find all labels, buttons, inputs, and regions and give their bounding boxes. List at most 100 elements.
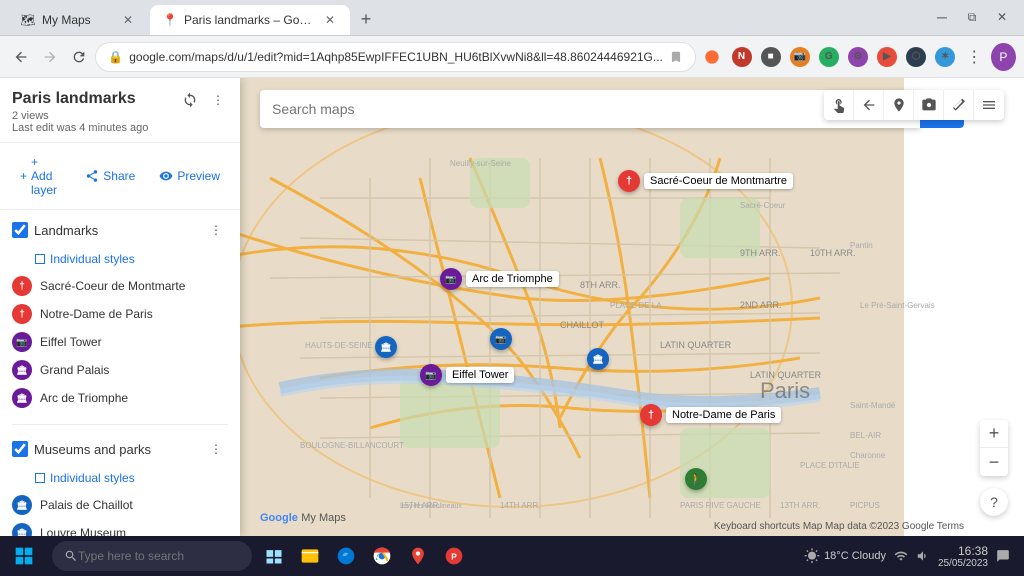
back-nav-tool[interactable]	[854, 90, 884, 120]
tab-bar: 🗺 My Maps ✕ 📍 Paris landmarks – Google M…	[0, 0, 1024, 36]
svg-text:LATIN QUARTER: LATIN QUARTER	[660, 340, 732, 350]
museums-style[interactable]: Individual styles	[0, 469, 240, 491]
hand-tool[interactable]	[824, 90, 854, 120]
sidebar-content: Landmarks ⋮ Individual styles † Sacré-Co…	[0, 210, 240, 536]
building-marker-3[interactable]: 🏛	[587, 348, 609, 370]
close-browser-button[interactable]: ✕	[988, 3, 1016, 31]
edge-button[interactable]	[328, 538, 364, 574]
list-item[interactable]: 🏛 Palais de Chaillot	[8, 491, 232, 519]
more-options-icon[interactable]: ⋮	[206, 88, 230, 112]
map-zoom-controls: + −	[980, 420, 1008, 476]
list-item[interactable]: † Sacré-Coeur de Montmarte	[8, 272, 232, 300]
chrome-button[interactable]	[364, 538, 400, 574]
map-views: 2 views	[12, 110, 204, 122]
camera-tool[interactable]	[914, 90, 944, 120]
museums-layer-name: Museums and parks	[34, 442, 204, 457]
pin-tool[interactable]	[884, 90, 914, 120]
start-button[interactable]	[0, 536, 48, 576]
ext-icon-5[interactable]: ⚙	[845, 43, 870, 71]
ext-icon-8[interactable]: ✶	[933, 43, 958, 71]
notre-dame-icon: †	[12, 304, 32, 324]
park-marker-1[interactable]: 🚶	[685, 468, 707, 490]
bookmark-icon[interactable]	[669, 50, 683, 64]
explorer-button[interactable]	[292, 538, 328, 574]
tab-my-maps-favicon: 🗺	[20, 12, 36, 28]
landmarks-style-label: Individual styles	[50, 252, 135, 266]
building-marker-1[interactable]: 🏛	[375, 336, 397, 358]
svg-text:Paris: Paris	[760, 378, 810, 403]
reload-button[interactable]	[66, 43, 91, 71]
arc-triomphe-marker[interactable]: 📷 Arc de Triomphe	[440, 268, 559, 290]
svg-text:Pantin: Pantin	[850, 241, 873, 250]
help-button[interactable]: ?	[980, 488, 1008, 516]
sidebar-header: Paris landmarks 2 views Last edit was 4 …	[0, 78, 240, 143]
building-marker-2[interactable]: 📷	[490, 328, 512, 350]
tab-paris-landmarks[interactable]: 📍 Paris landmarks – Google My M... ✕	[150, 5, 350, 35]
weather-icon	[804, 548, 820, 564]
map-last-edit: Last edit was 4 minutes ago	[12, 122, 204, 134]
ext-icon-2[interactable]: ■	[758, 43, 783, 71]
ext-icon-7[interactable]: ⬡	[904, 43, 929, 71]
taskbar-search-bar[interactable]	[52, 541, 252, 571]
tab-my-maps[interactable]: 🗺 My Maps ✕	[8, 5, 148, 35]
tab-paris-close[interactable]: ✕	[322, 12, 338, 28]
layer-divider	[12, 424, 228, 425]
list-item[interactable]: 🏛 Arc de Triomphe	[8, 384, 232, 412]
back-button[interactable]	[8, 43, 33, 71]
landmarks-menu-button[interactable]: ⋮	[204, 218, 228, 242]
eiffel-marker[interactable]: 📷 Eiffel Tower	[420, 364, 514, 386]
landmarks-layer-header[interactable]: Landmarks ⋮	[0, 210, 240, 250]
list-item[interactable]: † Notre-Dame de Paris	[8, 300, 232, 328]
preview-button[interactable]: Preview	[151, 165, 228, 187]
landmarks-style[interactable]: Individual styles	[0, 250, 240, 272]
eiffel-label: Eiffel Tower	[40, 335, 102, 349]
weather-widget: 18°C Cloudy	[804, 548, 886, 564]
app-icon-1[interactable]: P	[436, 538, 472, 574]
list-item[interactable]: 🏛 Louvre Museum	[8, 519, 232, 536]
sacre-coeur-marker[interactable]: † Sacré-Coeur de Montmartre	[618, 170, 793, 192]
palais-chaillot-icon: 🏛	[12, 495, 32, 515]
taskview-button[interactable]	[256, 538, 292, 574]
sync-icon[interactable]	[178, 88, 202, 112]
ext-icon-6[interactable]: ▶	[874, 43, 899, 71]
svg-text:9TH ARR.: 9TH ARR.	[740, 248, 781, 258]
eiffel-icon: 📷	[12, 332, 32, 352]
tab-my-maps-close[interactable]: ✕	[120, 12, 136, 28]
list-item[interactable]: 📷 Eiffel Tower	[8, 328, 232, 356]
zoom-out-button[interactable]: −	[980, 448, 1008, 476]
restore-button[interactable]: ⧉	[958, 3, 986, 31]
taskbar-search-input[interactable]	[78, 549, 238, 563]
measure-tool[interactable]	[944, 90, 974, 120]
ext-icon-1[interactable]: N	[729, 43, 754, 71]
google-branding: Google My Maps	[260, 510, 346, 524]
notre-dame-marker[interactable]: † Notre-Dame de Paris	[640, 404, 781, 426]
museums-layer-header[interactable]: Museums and parks ⋮	[0, 429, 240, 469]
map-search-input[interactable]	[260, 90, 920, 128]
svg-text:CHAILLOT: CHAILLOT	[560, 320, 605, 330]
more-button[interactable]: ⋮	[962, 43, 987, 71]
profile-pic[interactable]: P	[991, 43, 1016, 71]
museums-style-label: Individual styles	[50, 471, 135, 485]
share-button[interactable]: Share	[77, 165, 143, 187]
new-tab-button[interactable]: +	[352, 5, 380, 33]
add-layer-button[interactable]: + + Add layer	[12, 151, 69, 201]
landmarks-checkbox[interactable]	[12, 222, 28, 238]
tab-paris-favicon: 📍	[162, 12, 178, 28]
url-bar[interactable]: 🔒 google.com/maps/d/u/1/edit?mid=1Aqhp85…	[95, 42, 696, 72]
notification-icon[interactable]	[996, 549, 1010, 563]
ext-icon-3[interactable]: 📷	[787, 43, 812, 71]
museums-menu-button[interactable]: ⋮	[204, 437, 228, 461]
minimize-button[interactable]: ─	[928, 3, 956, 31]
sidebar: Paris landmarks 2 views Last edit was 4 …	[0, 78, 240, 536]
forward-button[interactable]	[37, 43, 62, 71]
extensions-button[interactable]	[700, 43, 725, 71]
map-title: Paris landmarks	[12, 90, 204, 108]
ext-icon-4[interactable]: G	[816, 43, 841, 71]
maps-button[interactable]	[400, 538, 436, 574]
zoom-in-button[interactable]: +	[980, 420, 1008, 448]
louvre-icon: 🏛	[12, 523, 32, 536]
menu-tool[interactable]	[974, 90, 1004, 120]
museums-checkbox[interactable]	[12, 441, 28, 457]
list-item[interactable]: 🏛 Grand Palais	[8, 356, 232, 384]
clock-time: 16:38	[938, 544, 988, 558]
